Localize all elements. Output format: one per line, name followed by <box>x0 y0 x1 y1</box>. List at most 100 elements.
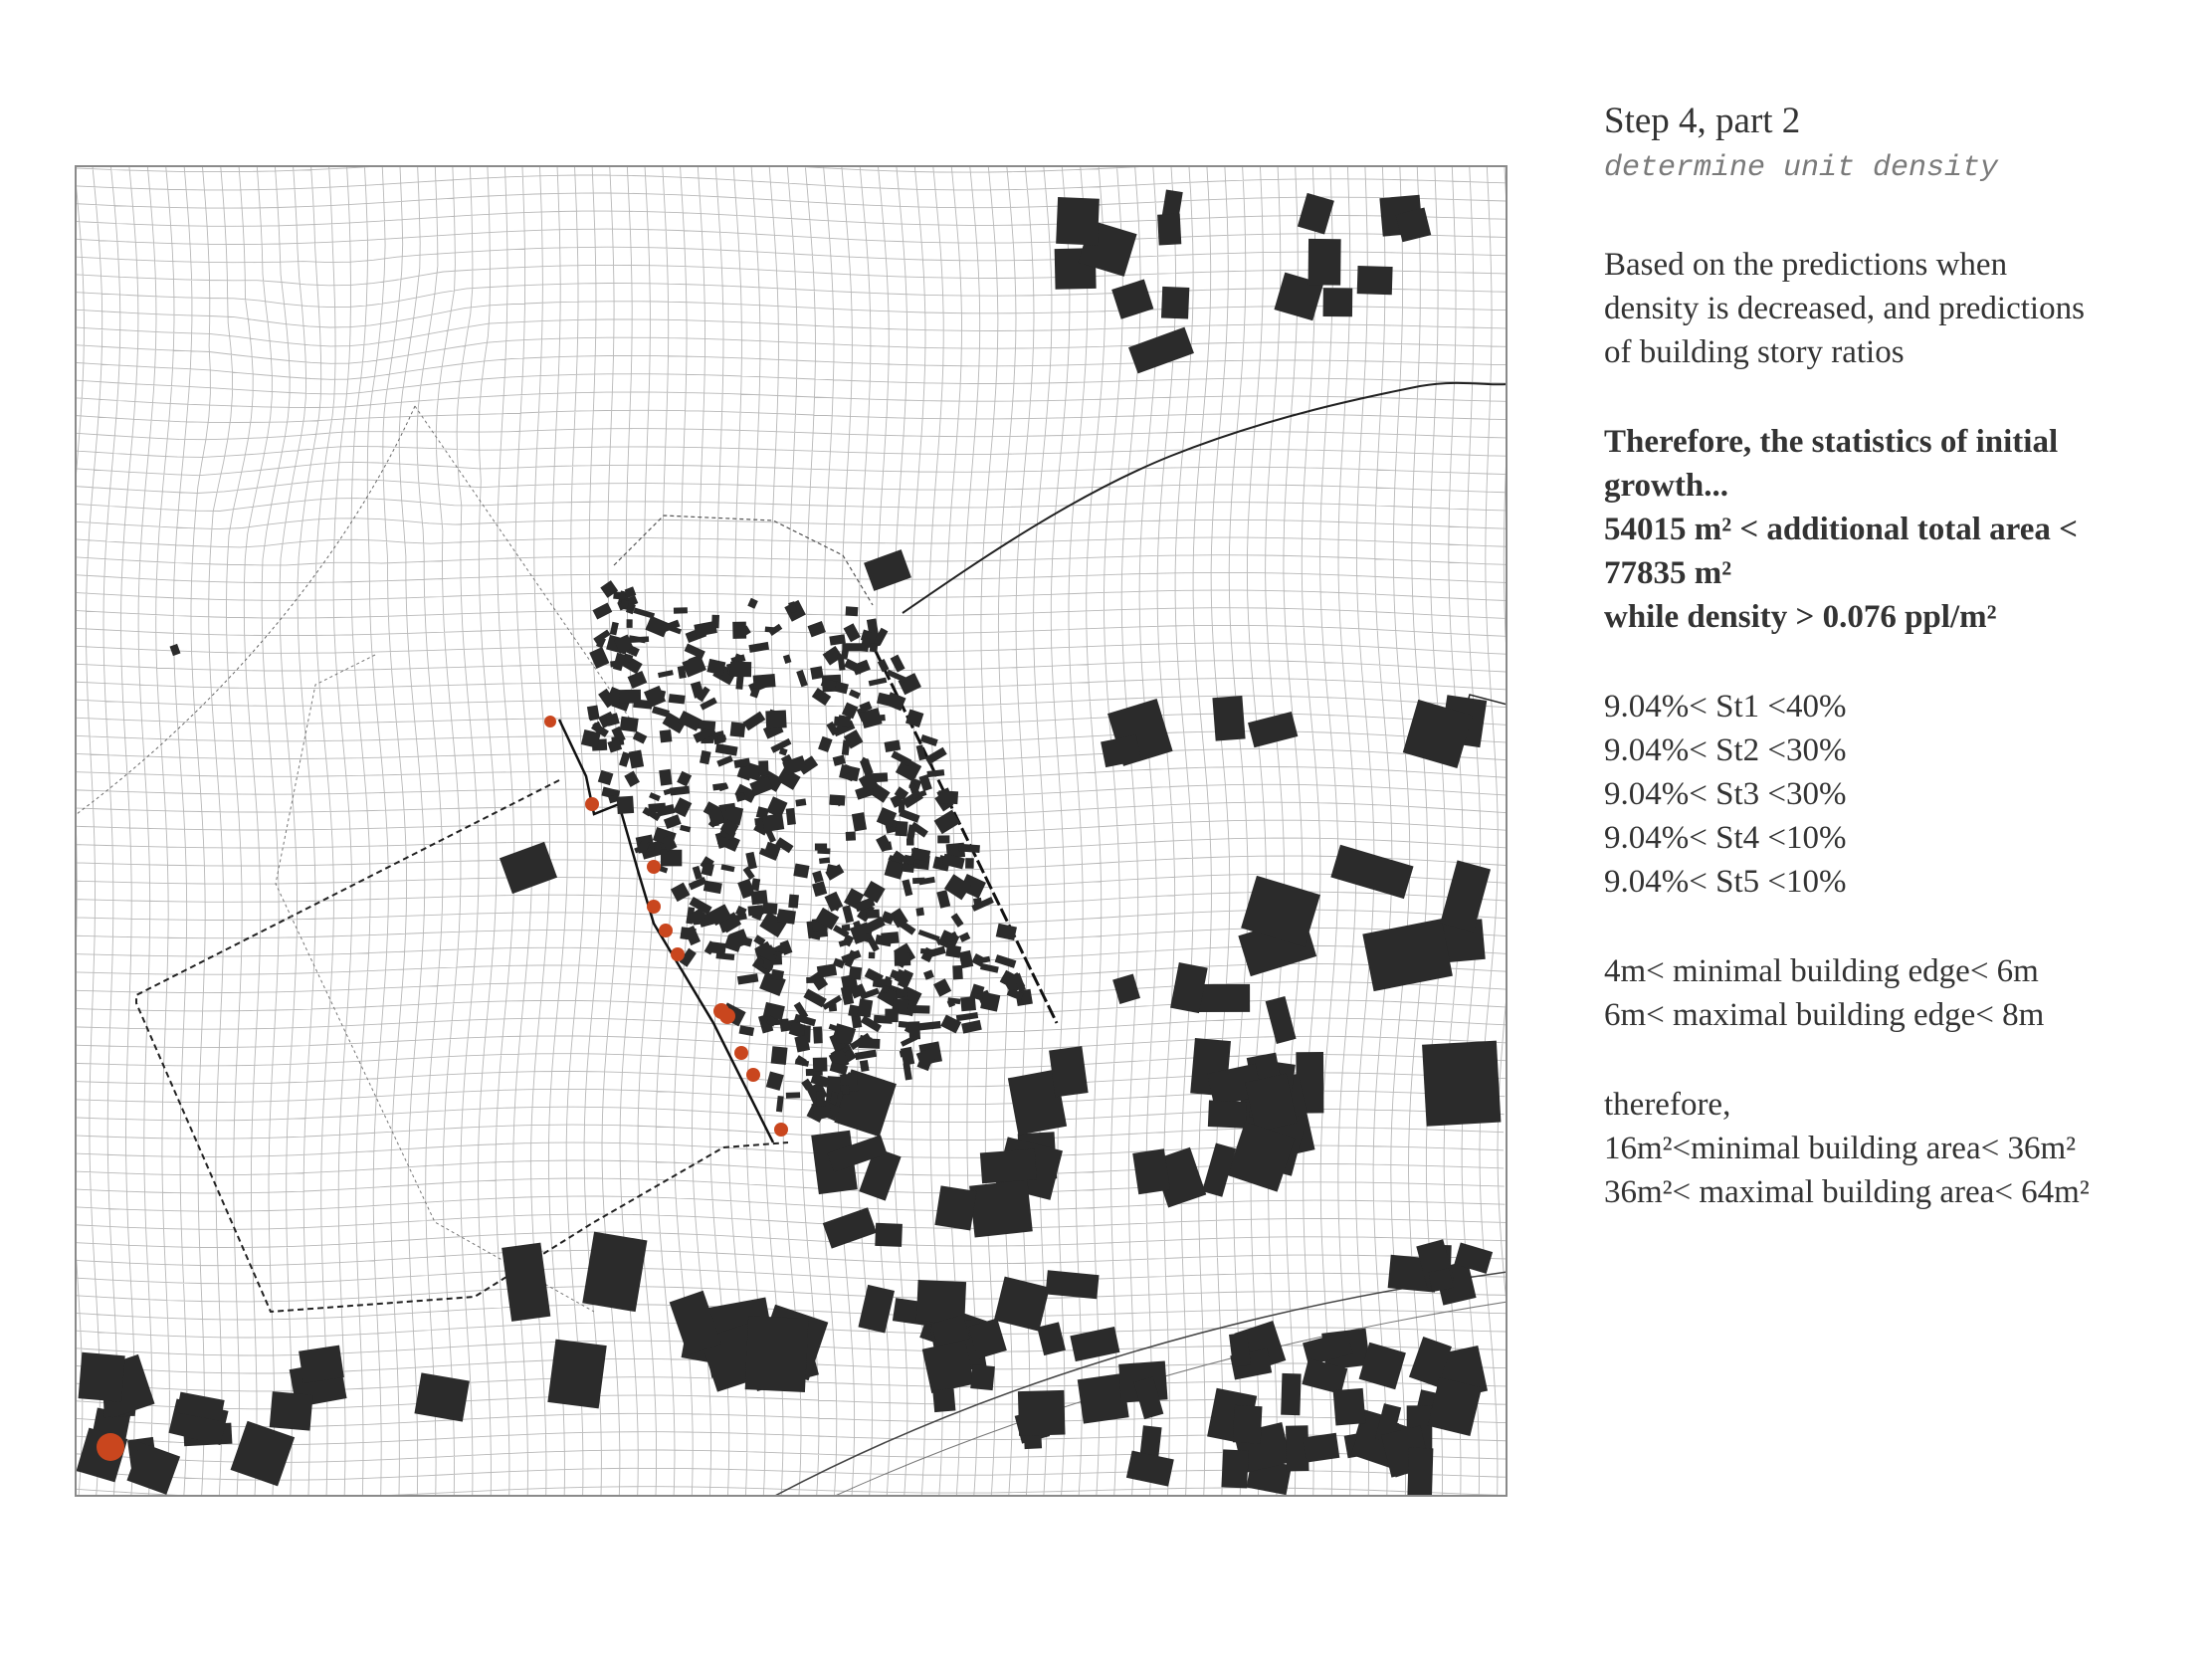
settlement-unit <box>819 857 831 865</box>
building-footprint <box>934 1185 977 1231</box>
settlement-unit <box>832 754 846 766</box>
building-footprint <box>932 1388 956 1413</box>
area-constraint-item: therefore, <box>1604 1087 1731 1124</box>
intro-line: Based on the predictions when <box>1604 247 2008 284</box>
story-ratio-list: 9.04%< St1 <40% 9.04%< St2 <30% 9.04%< S… <box>1604 685 2201 904</box>
settlement-unit <box>628 749 645 769</box>
entry-point-dot <box>671 947 685 961</box>
intro-paragraph: Based on the predictions when density is… <box>1604 243 2201 374</box>
settlement-unit <box>810 666 824 680</box>
settlement-unit <box>933 978 952 997</box>
entry-point-dot <box>585 797 599 811</box>
settlement-unit <box>884 739 902 752</box>
building-footprint <box>547 1339 607 1409</box>
conclusion-paragraph: Therefore, the statistics of initial gro… <box>1604 420 2201 639</box>
settlement-unit <box>714 743 738 756</box>
settlement-unit <box>859 1059 870 1073</box>
site-plan-drawing <box>77 167 1506 1495</box>
settlement-unit <box>673 797 693 818</box>
settlement-unit <box>729 722 746 738</box>
entry-point-dot <box>734 1046 748 1060</box>
settlement-unit <box>796 669 808 688</box>
story-ratio-item: 9.04%< St2 <30% <box>1604 732 1847 769</box>
settlement-unit <box>917 930 940 942</box>
settlement-unit <box>659 729 673 743</box>
settlement-unit <box>866 909 880 919</box>
settlement-unit <box>881 985 890 994</box>
settlement-unit <box>812 870 824 884</box>
building-footprint <box>414 1372 470 1422</box>
settlement-unit <box>785 1092 801 1099</box>
area-constraints: therefore, 16m²<minimal building area< 3… <box>1604 1083 2201 1214</box>
settlement-unit <box>896 989 908 997</box>
building-footprint <box>582 1231 648 1313</box>
text-panel: Step 4, part 2 determine unit density Ba… <box>1604 100 2201 1214</box>
settlement-unit <box>807 620 826 638</box>
settlement-unit <box>812 1057 828 1072</box>
settlement-unit <box>788 894 799 909</box>
settlement-unit <box>806 976 816 983</box>
settlement-unit <box>912 877 925 885</box>
settlement-unit <box>616 795 635 814</box>
settlement-unit <box>626 619 633 628</box>
settlement-unit <box>903 1062 912 1081</box>
settlement-unit <box>707 940 726 954</box>
entry-point-dot <box>719 1008 735 1024</box>
settlement-unit <box>973 897 983 908</box>
settlement-unit <box>738 1025 755 1037</box>
settlement-unit <box>936 890 951 909</box>
settlement-unit <box>750 890 768 906</box>
settlement-unit <box>684 643 705 660</box>
building-footprint <box>858 1284 896 1334</box>
building-footprint <box>1407 1447 1434 1495</box>
building-footprint <box>1207 1100 1247 1129</box>
settlement-unit <box>747 597 758 609</box>
settlement-unit <box>908 1021 921 1040</box>
conclusion-line: 77835 m² <box>1604 555 1732 592</box>
story-ratio-item: 9.04%< St1 <40% <box>1604 689 1847 726</box>
building-footprint <box>970 1363 995 1391</box>
settlement-unit <box>624 770 640 787</box>
settlement-unit <box>895 820 908 837</box>
settlement-unit <box>652 706 671 718</box>
building-footprint <box>1307 238 1341 286</box>
settlement-unit <box>670 882 691 903</box>
settlement-unit <box>836 1026 853 1045</box>
settlement-unit <box>758 760 769 776</box>
settlement-unit <box>762 813 785 832</box>
building-footprint <box>875 1222 903 1247</box>
building-footprint <box>1330 844 1414 900</box>
dotted-path-north <box>77 405 416 815</box>
settlement-unit <box>818 735 833 753</box>
conclusion-line: Therefore, the statistics of initial <box>1604 424 2059 461</box>
settlement-unit <box>906 838 914 846</box>
intro-line: density is decreased, and predictions <box>1604 291 2085 327</box>
conclusion-line: while density > 0.076 ppl/m² <box>1604 599 1997 636</box>
settlement-unit <box>706 658 726 676</box>
settlement-unit <box>858 1038 881 1049</box>
entry-point-dot <box>774 1123 788 1137</box>
settlement-unit <box>673 607 688 614</box>
settlement-unit <box>752 674 776 689</box>
story-ratio-item: 9.04%< St5 <10% <box>1604 864 1847 901</box>
building-footprint <box>969 1179 1033 1238</box>
building-footprint <box>1045 1270 1100 1300</box>
settlement-unit <box>742 711 766 731</box>
building-footprint <box>1232 1404 1263 1444</box>
settlement-unit <box>980 991 1001 1012</box>
settlement-unit <box>735 675 744 690</box>
settlement-unit <box>845 606 859 617</box>
settlement-unit <box>923 969 934 980</box>
settlement-unit <box>843 623 861 643</box>
settlement-unit <box>747 905 764 917</box>
settlement-unit <box>782 654 792 665</box>
edge-constraint-item: 4m< minimal building edge< 6m <box>1604 953 2039 990</box>
settlement-unit <box>776 909 796 925</box>
settlement-unit <box>958 932 971 942</box>
settlement-unit <box>842 643 865 652</box>
site-plan-map <box>75 165 1508 1497</box>
building-footprint <box>979 1148 1037 1184</box>
building-footprint <box>1037 1322 1066 1356</box>
settlement-unit <box>945 943 962 958</box>
settlement-unit <box>803 988 827 1008</box>
